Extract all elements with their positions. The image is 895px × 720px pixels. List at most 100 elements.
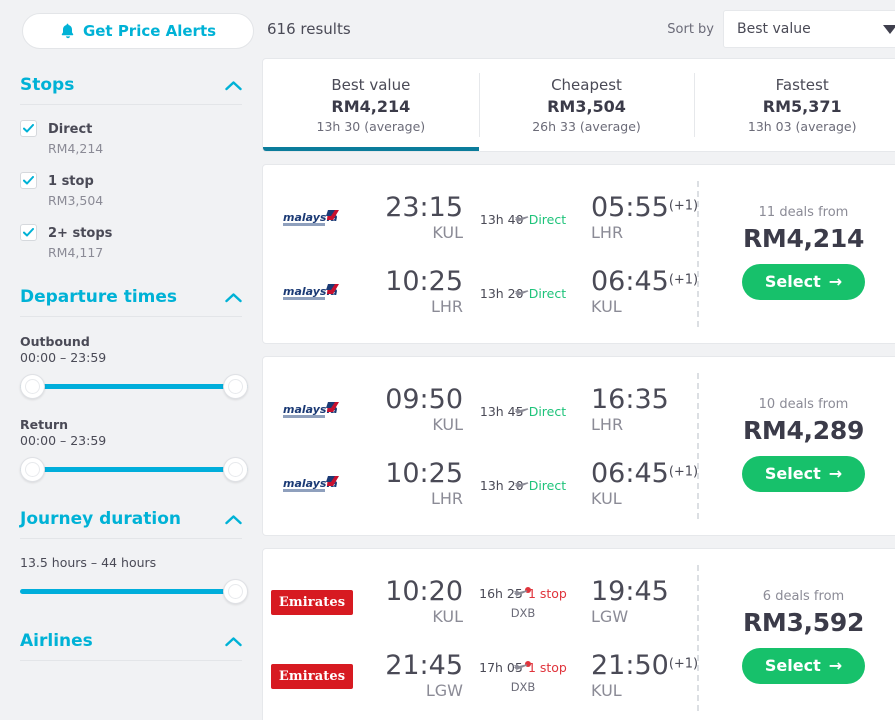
checkbox-1-stop[interactable] [20, 172, 37, 189]
arrive-info: 06:45(+1) KUL [579, 458, 699, 509]
outbound-slider-knob-min[interactable] [20, 374, 45, 399]
select-button[interactable]: Select → [741, 455, 866, 492]
flight-leg-outbound: malaysia 09:50 KUL 13h 45 Direct 16:35 L… [263, 373, 697, 447]
sort-by-value: Best value [737, 21, 811, 37]
plane-icon [514, 283, 529, 296]
depart-info: 10:25 LHR [363, 459, 467, 509]
plane-icon [513, 657, 528, 670]
journey-duration-filter-header[interactable]: Journey duration [20, 509, 242, 539]
depart-time: 10:20 [385, 576, 463, 607]
tab-duration: 26h 33 (average) [532, 119, 641, 134]
chevron-up-icon-stops[interactable] [225, 80, 242, 91]
result-price: RM4,289 [742, 415, 865, 445]
flight-leg-return: malaysia 10:25 LHR 13h 20 Direct 06:45(+… [263, 255, 699, 329]
stops-option-price: RM4,117 [48, 245, 104, 260]
depart-info: 10:20 KUL [363, 577, 467, 627]
outbound-time-slider[interactable] [20, 374, 248, 400]
chevron-up-icon-departure-times[interactable] [225, 292, 242, 303]
tab-label: Cheapest [551, 76, 622, 94]
stops-option-2-plus-stops[interactable]: 2+ stops RM4,117 [20, 222, 242, 261]
sort-by-select[interactable]: Best value [723, 10, 895, 48]
tab-duration: 13h 30 (average) [316, 119, 426, 134]
flight-result-card[interactable]: malaysia 09:50 KUL 13h 45 Direct 16:35 L… [262, 356, 895, 536]
itinerary-legs: malaysia 09:50 KUL 13h 45 Direct 16:35 L… [263, 357, 699, 535]
select-button[interactable]: Select → [741, 263, 866, 300]
leg-stops: Direct [528, 285, 567, 301]
emirates-logo-icon: Emirates [270, 589, 354, 615]
tab-active-underline [263, 147, 479, 151]
select-button-label: Select [764, 464, 821, 483]
arrive-day-offset: (+1) [668, 464, 699, 480]
chevron-up-icon-airlines[interactable] [225, 636, 242, 647]
journey-duration-slider[interactable] [20, 579, 248, 605]
stops-option-1-stop[interactable]: 1 stop RM3,504 [20, 170, 242, 209]
arrive-time: 21:50 [591, 650, 669, 681]
leg-stops: Direct [528, 211, 567, 227]
airlines-filter-header[interactable]: Airlines [20, 631, 242, 661]
tab-price: RM3,504 [547, 97, 626, 116]
chevron-up-icon-journey-duration[interactable] [225, 514, 242, 525]
flight-leg-outbound: Emirates 10:20 KUL 16h 25 1 stop DXB 19:… [263, 565, 697, 639]
leg-stops: Direct [528, 477, 567, 493]
departure-times-filter-header[interactable]: Departure times [20, 287, 242, 317]
plane-icon [514, 209, 529, 222]
outbound-slider-knob-max[interactable] [223, 374, 248, 399]
arrive-airport: KUL [591, 297, 622, 316]
select-button[interactable]: Select → [741, 647, 866, 684]
emirates-logo-icon: Emirates [270, 663, 354, 689]
flight-search-page: Get Price Alerts Stops Direct RM4,214 1 … [0, 0, 895, 720]
journey-duration-slider-knob[interactable] [223, 579, 248, 604]
return-slider-track [20, 467, 248, 472]
price-panel: 6 deals from RM3,592 Select → [697, 549, 895, 720]
flight-leg-return: Emirates 21:45 LGW 17h 05 1 stop DXB 21:… [263, 639, 698, 713]
arrive-airport: KUL [591, 681, 622, 700]
filters-sidebar: Get Price Alerts Stops Direct RM4,214 1 … [0, 0, 262, 720]
flight-result-card[interactable]: Emirates 10:20 KUL 16h 25 1 stop DXB 19:… [262, 548, 895, 720]
stops-option-price: RM4,214 [48, 141, 104, 156]
arrive-day-offset: (+1) [668, 198, 699, 214]
leg-duration-info: 13h 40 Direct [467, 209, 579, 228]
tab-fastest[interactable]: Fastest RM5,371 13h 03 (average) [694, 59, 895, 151]
get-price-alerts-button[interactable]: Get Price Alerts [22, 13, 254, 49]
flight-leg-outbound: malaysia 23:15 KUL 13h 40 Direct 05:55(+… [263, 181, 699, 255]
checkbox-2-plus-stops[interactable] [20, 224, 37, 241]
tab-price: RM5,371 [762, 97, 842, 116]
return-slider-knob-max[interactable] [223, 457, 248, 482]
depart-airport: KUL [432, 415, 463, 434]
leg-duration-info: 13h 20 Direct [467, 475, 579, 494]
depart-info: 23:15 KUL [363, 193, 467, 243]
deals-count: 6 deals from [762, 588, 845, 604]
tab-cheapest[interactable]: Cheapest RM3,504 26h 33 (average) [478, 59, 695, 151]
arrow-right-icon: → [828, 271, 843, 291]
arrive-airport: LHR [591, 415, 624, 434]
tab-duration: 13h 03 (average) [747, 119, 857, 134]
results-count: 616 results [267, 20, 351, 38]
leg-stops: 1 stop [527, 586, 567, 601]
leg-duration-info: 17h 05 1 stop DXB [467, 657, 579, 695]
depart-info: 21:45 LGW [363, 651, 467, 701]
depart-info: 10:25 LHR [363, 267, 467, 317]
stops-filter-header[interactable]: Stops [20, 75, 242, 105]
emirates-logo-label: Emirates [270, 663, 354, 689]
malaysia-airlines-logo-icon: malaysia [279, 400, 345, 420]
select-button-label: Select [764, 656, 821, 675]
checkbox-direct[interactable] [20, 120, 37, 137]
arrive-time: 06:45 [591, 458, 669, 489]
flight-result-card[interactable]: malaysia 23:15 KUL 13h 40 Direct 05:55(+… [262, 164, 895, 344]
arrive-day-offset: (+1) [668, 272, 699, 288]
return-time-slider[interactable] [20, 457, 248, 483]
flight-leg-return: malaysia 10:25 LHR 13h 20 Direct 06:45(+… [263, 447, 699, 521]
select-button-label: Select [764, 272, 821, 291]
stops-option-direct[interactable]: Direct RM4,214 [20, 118, 242, 157]
leg-duration-info: 13h 20 Direct [467, 283, 579, 302]
depart-time: 10:25 [385, 266, 463, 297]
sort-by-label: Sort by [667, 21, 714, 37]
depart-info: 09:50 KUL [363, 385, 467, 435]
plane-icon [514, 475, 529, 488]
malaysia-airlines-logo-icon: malaysia [279, 208, 345, 228]
tab-best-value[interactable]: Best value RM4,214 13h 30 (average) [263, 59, 479, 151]
return-slider-knob-min[interactable] [20, 457, 45, 482]
arrive-time: 06:45 [591, 266, 669, 297]
depart-airport: KUL [432, 607, 463, 626]
journey-duration-filter-title: Journey duration [20, 509, 181, 529]
